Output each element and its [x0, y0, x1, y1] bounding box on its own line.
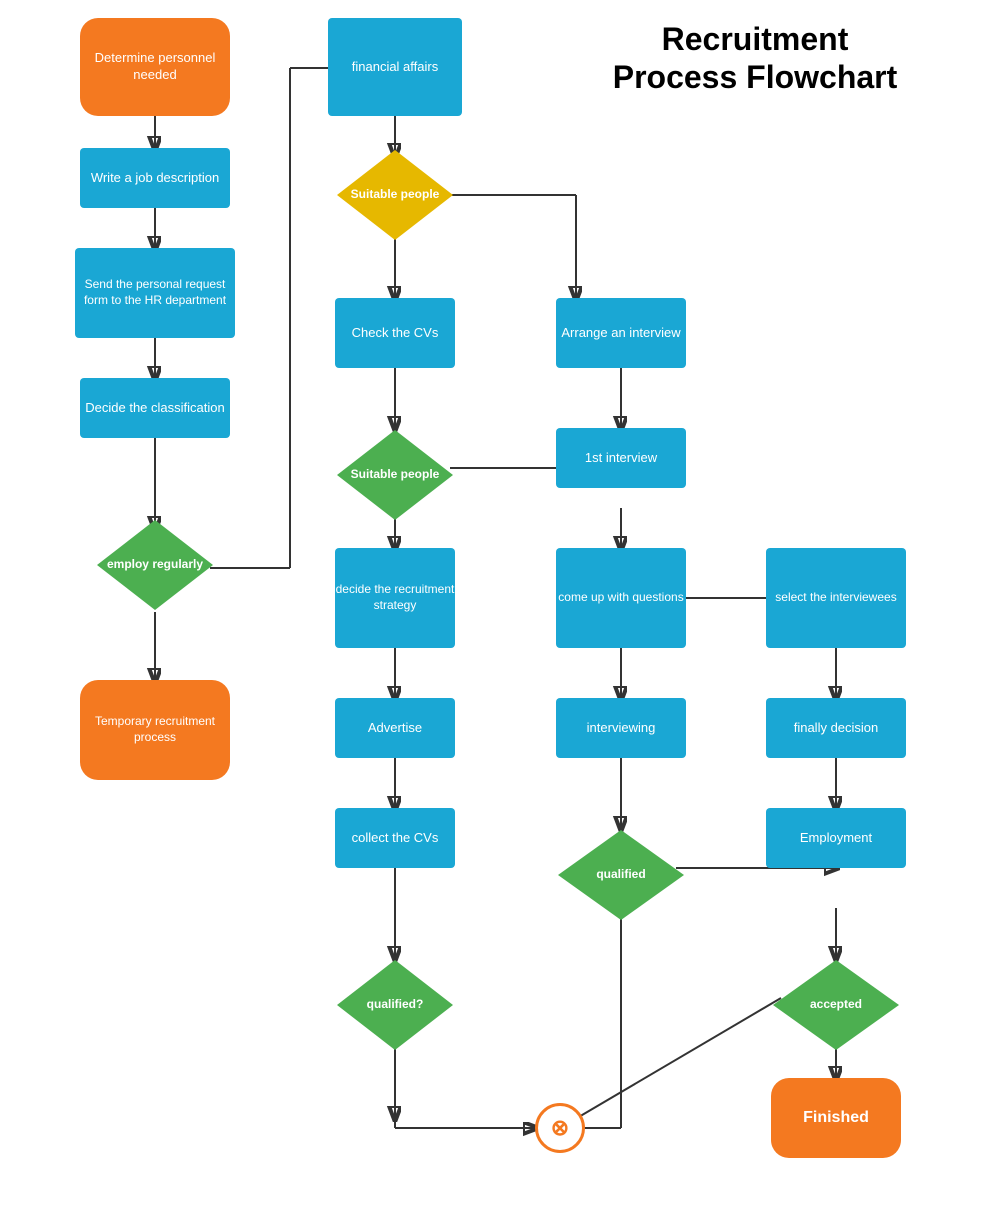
- decide-class-node: Decide the classification: [80, 378, 230, 438]
- flowchart-container: RecruitmentProcess Flowchart: [0, 0, 1000, 1219]
- check-cvs-node: Check the CVs: [335, 298, 455, 368]
- interviewing-node: interviewing: [556, 698, 686, 758]
- write-job-node: Write a job description: [80, 148, 230, 208]
- temp-recruit-node: Temporary recruitment process: [80, 680, 230, 780]
- chart-title: RecruitmentProcess Flowchart: [540, 20, 970, 97]
- select-interviewees-node: select the interviewees: [766, 548, 906, 648]
- come-up-node: come up with questions: [556, 548, 686, 648]
- accepted-diamond: accepted: [771, 958, 901, 1052]
- qualified1-diamond: qualified?: [335, 958, 455, 1052]
- finally-decision-node: finally decision: [766, 698, 906, 758]
- circle-x-node: ⊗: [535, 1103, 585, 1153]
- advertise-node: Advertise: [335, 698, 455, 758]
- qualified2-diamond: qualified: [556, 828, 686, 922]
- determine-node: Determine personnel needed: [80, 18, 230, 116]
- suitable2-diamond: Suitable people: [335, 428, 455, 522]
- employ-diamond: employ regularly: [95, 518, 215, 612]
- financial-node: financial affairs: [328, 18, 462, 116]
- employment-node: Employment: [766, 808, 906, 868]
- send-personal-node: Send the personal request form to the HR…: [75, 248, 235, 338]
- first-interview-node: 1st interview: [556, 428, 686, 488]
- finished-node: Finished: [771, 1078, 901, 1158]
- decide-recruit-node: decide the recruitment strategy: [335, 548, 455, 648]
- suitable1-diamond: Suitable people: [335, 148, 455, 242]
- arrange-interview-node: Arrange an interview: [556, 298, 686, 368]
- collect-cvs-node: collect the CVs: [335, 808, 455, 868]
